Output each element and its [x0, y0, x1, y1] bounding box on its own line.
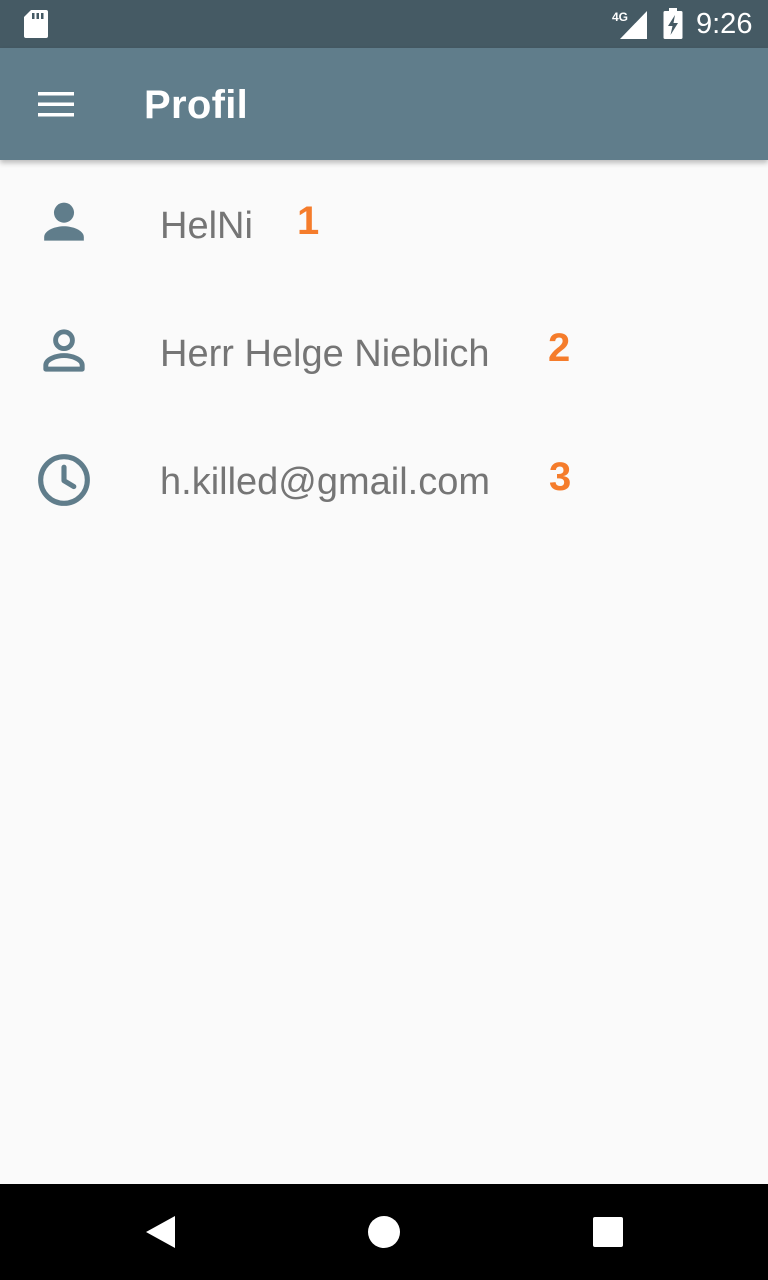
profile-list: HelNi 1 Herr Helge Nieblich 2 h.killed@g… — [0, 160, 768, 1184]
annotation-marker: 3 — [549, 455, 572, 499]
sd-card-icon — [24, 10, 48, 38]
page-title: Profil — [144, 83, 249, 127]
navigation-bar — [0, 1184, 768, 1280]
profile-item-fullname[interactable]: Herr Helge Nieblich 2 — [0, 288, 768, 416]
recents-icon — [593, 1217, 623, 1247]
clock-icon — [38, 454, 90, 506]
cellular-signal-icon: 4G — [612, 10, 647, 39]
username-text: HelNi — [160, 205, 253, 247]
network-type-label: 4G — [612, 10, 628, 24]
recents-button[interactable] — [580, 1204, 636, 1260]
back-icon — [146, 1216, 175, 1248]
back-button[interactable] — [132, 1204, 188, 1260]
app-bar: Profil — [0, 48, 768, 160]
home-icon — [368, 1216, 400, 1248]
profile-item-email[interactable]: h.killed@gmail.com 3 — [0, 416, 768, 544]
menu-icon — [38, 92, 74, 117]
fullname-text: Herr Helge Nieblich — [160, 333, 490, 375]
person-icon — [44, 202, 84, 241]
profile-item-username[interactable]: HelNi 1 — [0, 160, 768, 288]
menu-button[interactable] — [24, 76, 88, 132]
status-clock: 9:26 — [696, 8, 753, 40]
home-button[interactable] — [356, 1204, 412, 1260]
status-bar: 4G 9:26 — [0, 0, 768, 48]
email-text: h.killed@gmail.com — [160, 461, 491, 503]
battery-charging-icon — [663, 8, 683, 39]
person-outline-icon — [43, 329, 85, 372]
annotation-marker: 1 — [297, 199, 320, 243]
annotation-marker: 2 — [548, 326, 571, 370]
